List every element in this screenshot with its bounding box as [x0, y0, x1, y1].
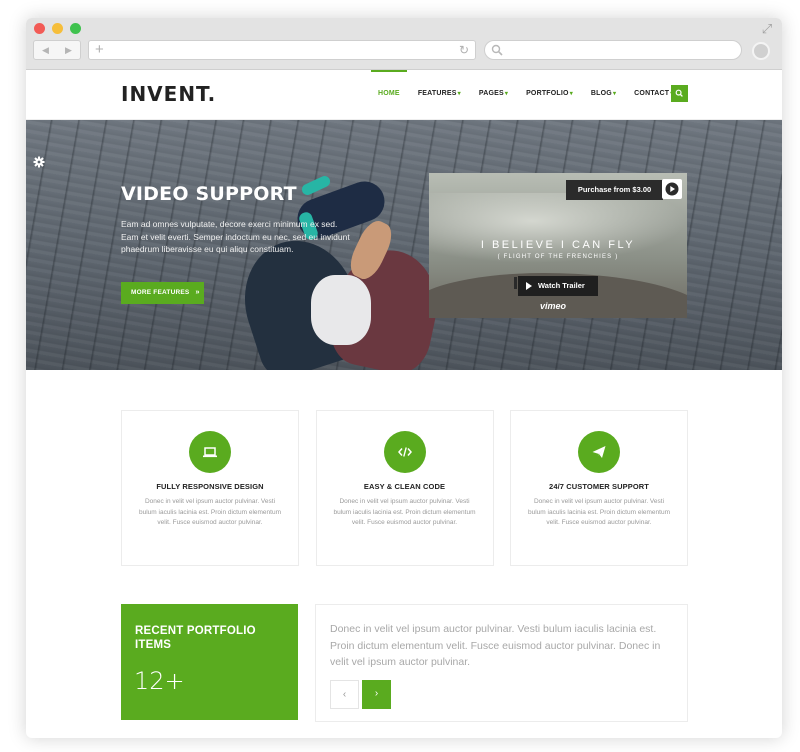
- laptop-icon: [203, 447, 217, 458]
- address-bar[interactable]: + ↻: [88, 40, 476, 60]
- watch-trailer-button[interactable]: Watch Trailer: [518, 276, 598, 296]
- feature-title: 24/7 CUSTOMER SUPPORT: [549, 482, 649, 491]
- menu-label: HOME: [378, 90, 400, 97]
- person-silhouette: [514, 277, 517, 289]
- chevron-down-icon: ▾: [569, 91, 573, 97]
- feature-icon-circle: [383, 431, 426, 473]
- fullscreen-icon[interactable]: ⤢: [760, 22, 774, 36]
- video-player[interactable]: Purchase from $3.00 I BELIEVE I CAN FLY …: [429, 173, 687, 318]
- site-header: INVENT. HOME FEATURES▾ PAGES▾ PORTFOLIO▾…: [26, 70, 782, 120]
- hero-description: Eam ad omnes vulputate, decore exerci mi…: [121, 219, 350, 254]
- hero-title: VIDEO SUPPORT: [121, 183, 297, 205]
- button-label: MORE FEATURES: [131, 289, 190, 296]
- search-icon: [675, 89, 683, 97]
- portfolio-description: Donec in velit vel ipsum auctor pulvinar…: [330, 623, 661, 668]
- browser-toolbar: ⤢ ◀ ▶ + ↻: [26, 18, 782, 70]
- browser-search-input[interactable]: [484, 40, 742, 60]
- menu-item-features[interactable]: FEATURES▾: [409, 70, 470, 120]
- portfolio-box: RECENT PORTFOLIO ITEMS 12+: [121, 604, 298, 720]
- feature-card: FULLY RESPONSIVE DESIGN Donec in velit v…: [121, 410, 299, 566]
- search-icon: [491, 44, 503, 56]
- feature-text: Donec in velit vel ipsum auctor pulvinar…: [139, 498, 281, 526]
- video-title: I BELIEVE I CAN FLY: [480, 239, 636, 251]
- menu-label: FEATURES: [417, 90, 457, 97]
- chevron-down-icon: ▾: [457, 91, 461, 97]
- hero-slider: VIDEO SUPPORT Eam ad omnes vulputate, de…: [26, 120, 782, 370]
- history-buttons: ◀ ▶: [33, 40, 81, 60]
- gear-icon[interactable]: [33, 156, 45, 168]
- play-button[interactable]: [662, 179, 682, 199]
- maximize-window-button[interactable]: [70, 23, 81, 34]
- feature-card: 24/7 CUSTOMER SUPPORT Donec in velit vel…: [510, 410, 688, 566]
- portfolio-title: RECENT PORTFOLIO ITEMS: [135, 625, 256, 651]
- portfolio-count: 12+: [134, 667, 185, 695]
- extension-icon[interactable]: [752, 42, 770, 60]
- menu-label: CONTACT: [634, 90, 670, 97]
- play-icon: [526, 282, 532, 290]
- reload-icon[interactable]: ↻: [459, 41, 469, 59]
- chevron-down-icon: ▾: [612, 91, 617, 97]
- minimize-window-button[interactable]: [52, 23, 63, 34]
- chevron-down-icon: ▾: [504, 91, 509, 97]
- menu-item-home[interactable]: HOME: [369, 70, 409, 120]
- site-logo[interactable]: INVENT.: [121, 82, 216, 106]
- video-subtitle: ( FLIGHT OF THE FRENCHIES ): [497, 254, 619, 260]
- menu-item-blog[interactable]: BLOG▾: [582, 70, 625, 120]
- menu-label: BLOG: [590, 90, 612, 97]
- feature-card: EASY & CLEAN CODE Donec in velit vel ips…: [315, 410, 494, 566]
- plus-icon[interactable]: +: [95, 41, 104, 59]
- feature-icon-circle: [578, 431, 620, 473]
- menu-label: PORTFOLIO: [526, 90, 569, 97]
- menu-label: PAGES: [478, 90, 504, 97]
- site-search-button[interactable]: [671, 85, 688, 102]
- next-button[interactable]: ›: [362, 680, 391, 709]
- feature-icon-circle: [189, 431, 231, 473]
- forward-icon[interactable]: ▶: [57, 41, 80, 59]
- feature-text: Donec in velit vel ipsum auctor pulvinar…: [528, 498, 670, 526]
- feature-title: EASY & CLEAN CODE: [363, 482, 446, 491]
- browser-window: ⤢ ◀ ▶ + ↻ INVENT. HOME FEATURES▾ PAGES▾ …: [26, 18, 782, 738]
- feature-text: Donec in velit vel ipsum auctor pulvinar…: [333, 498, 476, 526]
- close-window-button[interactable]: [34, 23, 45, 34]
- button-label: Watch Trailer: [538, 281, 585, 290]
- feature-title: FULLY RESPONSIVE DESIGN: [156, 482, 264, 491]
- previous-button[interactable]: ‹: [330, 680, 359, 709]
- more-features-button[interactable]: MORE FEATURES »: [121, 282, 204, 304]
- play-icon: [665, 182, 679, 196]
- vimeo-logo[interactable]: vimeo: [540, 301, 566, 311]
- main-menu: HOME FEATURES▾ PAGES▾ PORTFOLIO▾ BLOG▾ C…: [369, 70, 683, 120]
- purchase-button[interactable]: Purchase from $3.00: [566, 180, 663, 200]
- features-row: FULLY RESPONSIVE DESIGN Donec in velit v…: [121, 410, 688, 566]
- chevron-right-icon: »: [195, 289, 200, 296]
- paper-plane-icon: [592, 446, 606, 458]
- portfolio-description-box: Donec in velit vel ipsum auctor pulvinar…: [315, 604, 688, 722]
- menu-item-pages[interactable]: PAGES▾: [470, 70, 517, 120]
- back-icon[interactable]: ◀: [34, 41, 57, 59]
- hero-background-image: [216, 175, 456, 370]
- menu-item-portfolio[interactable]: PORTFOLIO▾: [517, 70, 582, 120]
- code-icon: [397, 447, 412, 457]
